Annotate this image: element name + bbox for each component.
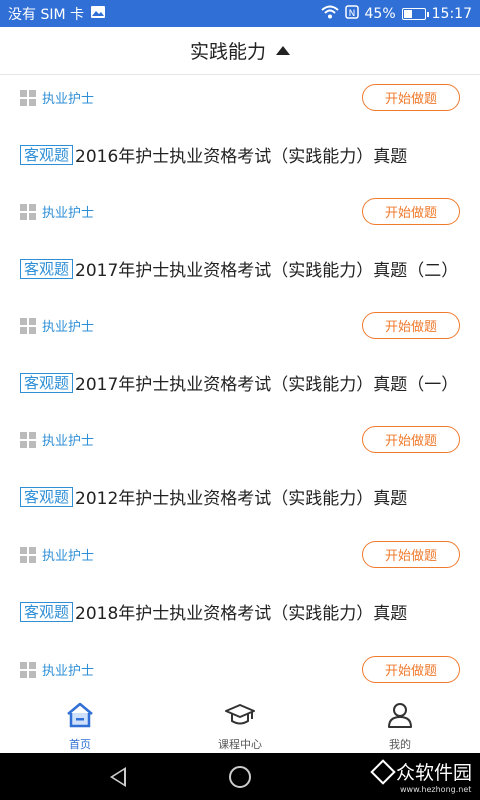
- svg-text:N: N: [348, 9, 355, 19]
- exam-title[interactable]: 客观题 2017年护士执业资格考试（实践能力）真题（二）: [20, 258, 460, 284]
- bottom-tab-bar: 首页 课程中心 我的: [0, 696, 480, 753]
- objective-tag: 客观题: [20, 145, 74, 165]
- exam-title[interactable]: 客观题 2018年护士执业资格考试（实践能力）真题: [20, 601, 460, 627]
- graduation-cap-icon: [224, 702, 256, 731]
- category-label: 执业护士: [20, 430, 94, 449]
- watermark: 众软件园 www.hezhong.net: [370, 758, 472, 794]
- home-button-icon[interactable]: [229, 766, 251, 788]
- tab-home[interactable]: 首页: [0, 696, 160, 753]
- objective-tag: 客观题: [20, 373, 74, 393]
- page-title: 实践能力: [189, 41, 266, 63]
- nfc-icon: N: [344, 4, 359, 23]
- start-practice-button[interactable]: 开始做题: [362, 198, 460, 225]
- user-icon: [386, 702, 414, 731]
- objective-tag: 客观题: [20, 487, 74, 507]
- carrier-text: 没有 SIM 卡: [8, 6, 84, 23]
- wifi-icon: [320, 5, 339, 23]
- grid-icon: [20, 661, 36, 678]
- tab-label: 我的: [389, 738, 411, 751]
- category-label: 执业护士: [20, 202, 94, 221]
- exam-title[interactable]: 客观题 2017年护士执业资格考试（实践能力）真题（一）: [20, 372, 460, 398]
- exam-title[interactable]: 客观题 2016年护士执业资格考试（实践能力）真题: [20, 144, 460, 170]
- start-practice-button[interactable]: 开始做题: [362, 84, 460, 111]
- clock: 15:17: [431, 5, 472, 22]
- exam-list[interactable]: 执业护士 开始做题 客观题 2016年护士执业资格考试（实践能力）真题 执业护士 …: [0, 76, 480, 696]
- tab-course-center[interactable]: 课程中心: [160, 696, 320, 753]
- triangle-up-icon[interactable]: [276, 46, 290, 55]
- category-label: 执业护士: [20, 660, 94, 679]
- start-practice-button[interactable]: 开始做题: [362, 426, 460, 453]
- category-label: 执业护士: [20, 545, 94, 564]
- category-label: 执业护士: [20, 316, 94, 335]
- tab-mine[interactable]: 我的: [320, 696, 480, 753]
- grid-icon: [20, 317, 36, 334]
- start-practice-button[interactable]: 开始做题: [362, 312, 460, 339]
- objective-tag: 客观题: [20, 259, 74, 279]
- grid-icon: [20, 546, 36, 563]
- objective-tag: 客观题: [20, 602, 74, 622]
- category-selector[interactable]: 实践能力: [0, 27, 480, 75]
- watermark-logo-icon: [370, 758, 396, 785]
- grid-icon: [20, 431, 36, 448]
- start-practice-button[interactable]: 开始做题: [362, 541, 460, 568]
- image-icon: [90, 5, 106, 23]
- status-bar: 没有 SIM 卡 N 45% 15:17: [0, 0, 480, 27]
- grid-icon: [20, 89, 36, 106]
- category-label: 执业护士: [20, 88, 94, 107]
- battery-percent: 45%: [364, 5, 396, 22]
- home-icon: [65, 702, 95, 731]
- tab-label: 课程中心: [218, 738, 262, 751]
- back-icon-inner: [113, 770, 124, 784]
- start-practice-button[interactable]: 开始做题: [362, 656, 460, 683]
- tab-label: 首页: [69, 738, 91, 751]
- grid-icon: [20, 203, 36, 220]
- exam-title[interactable]: 客观题 2012年护士执业资格考试（实践能力）真题: [20, 486, 460, 512]
- battery-icon: [401, 7, 429, 20]
